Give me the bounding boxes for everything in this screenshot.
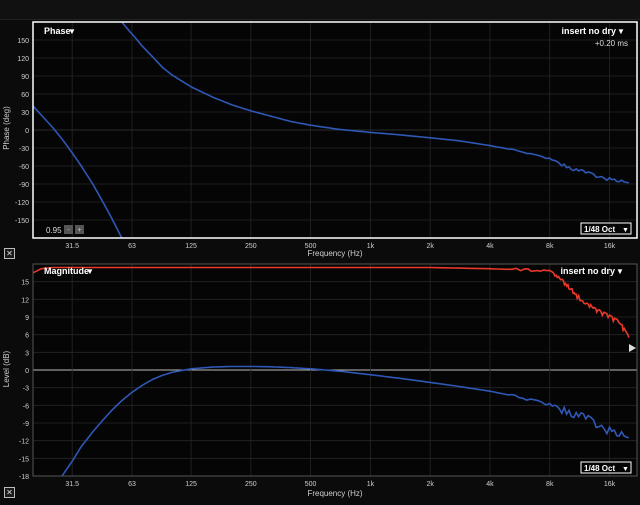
magnitude-smoothing-dropdown-icon: ▼ [622,466,629,473]
x-tick-label: 250 [245,481,257,488]
phase-close-icon[interactable]: ✕ [4,248,15,259]
x-tick-label: 31.5 [65,481,79,488]
y-tick-label: -15 [19,456,29,463]
x-tick-label: 250 [245,243,257,250]
phase-delay-readout: +0.20 ms [595,39,628,48]
phase-title[interactable]: Phase [44,26,71,36]
y-tick-label: 90 [21,74,29,81]
magnitude-x-axis-label: Frequency (Hz) [307,489,362,498]
y-tick-label: 3 [25,350,29,357]
x-tick-label: 125 [185,481,197,488]
y-tick-label: 120 [17,56,29,63]
y-tick-label: -90 [19,182,29,189]
y-tick-label: 0 [25,368,29,375]
y-tick-label: -30 [19,146,29,153]
y-tick-label: -3 [23,386,29,393]
phase-measurement-dropdown-icon[interactable]: ▼ [617,27,625,36]
y-tick-label: 150 [17,38,29,45]
x-tick-label: 8k [546,243,554,250]
y-tick-label: 12 [21,297,29,304]
x-tick-label: 125 [185,243,197,250]
magnitude-panel: Level (dB) 15 12 9 6 3 0 -3 -6 -9 -12 -15 -18 31.5 6… [0,261,640,500]
y-tick-label: 6 [25,333,29,340]
y-tick-label: 0 [25,128,29,135]
magnitude-measurement-dropdown-icon[interactable]: ▼ [616,267,624,276]
phase-smoothing-label: 1/48 Oct [584,225,615,234]
x-tick-label: 500 [305,481,317,488]
magnitude-title-dropdown-icon[interactable]: ▼ [86,267,94,276]
x-tick-label: 4k [486,481,494,488]
phase-chart[interactable]: Phase (deg) 150 120 90 60 30 0 -30 -60 -90 -120 -1… [0,20,640,260]
y-tick-label: -18 [19,474,29,481]
x-tick-label: 16k [604,243,616,250]
x-tick-label: 31.5 [65,243,79,250]
magnitude-y-axis-label: Level (dB) [2,350,11,387]
x-tick-label: 63 [128,481,136,488]
x-tick-label: 2k [426,481,434,488]
coherence-stepper-up-label: + [77,227,81,234]
x-tick-label: 2k [426,243,434,250]
y-tick-label: 30 [21,110,29,117]
phase-y-axis-label: Phase (deg) [2,106,11,150]
x-tick-label: 8k [546,481,554,488]
y-tick-label: 9 [25,315,29,322]
phase-smoothing-dropdown-icon: ▼ [622,227,629,234]
y-tick-label: 15 [21,280,29,287]
phase-panel: Phase (deg) 150 120 90 60 30 0 -30 -60 -90 -120 -1… [0,20,640,260]
magnitude-title[interactable]: Magnitude [44,266,89,276]
x-tick-label: 1k [367,481,375,488]
y-tick-label: -9 [23,421,29,428]
x-tick-label: 63 [128,243,136,250]
x-tick-label: 16k [604,481,616,488]
coherence-value: 0.95 [46,226,62,235]
y-tick-label: 60 [21,92,29,99]
x-tick-label: 4k [486,243,494,250]
phase-x-axis-label: Frequency (Hz) [307,249,362,258]
y-tick-label: -60 [19,164,29,171]
magnitude-close-icon[interactable]: ✕ [4,487,15,498]
y-tick-label: -6 [23,403,29,410]
phase-title-dropdown-icon[interactable]: ▼ [68,27,76,36]
magnitude-measurement-label[interactable]: insert no dry [560,266,615,276]
magnitude-chart[interactable]: Level (dB) 15129630-3-6-9-12-15-18 31.5 6… [0,261,640,500]
top-toolbar [0,0,640,20]
y-tick-label: -150 [15,218,29,225]
y-tick-label: -120 [15,200,29,207]
phase-measurement-label[interactable]: insert no dry [561,26,616,36]
magnitude-smoothing-label: 1/48 Oct [584,464,615,473]
y-tick-label: -12 [19,439,29,446]
x-tick-label: 1k [367,243,375,250]
